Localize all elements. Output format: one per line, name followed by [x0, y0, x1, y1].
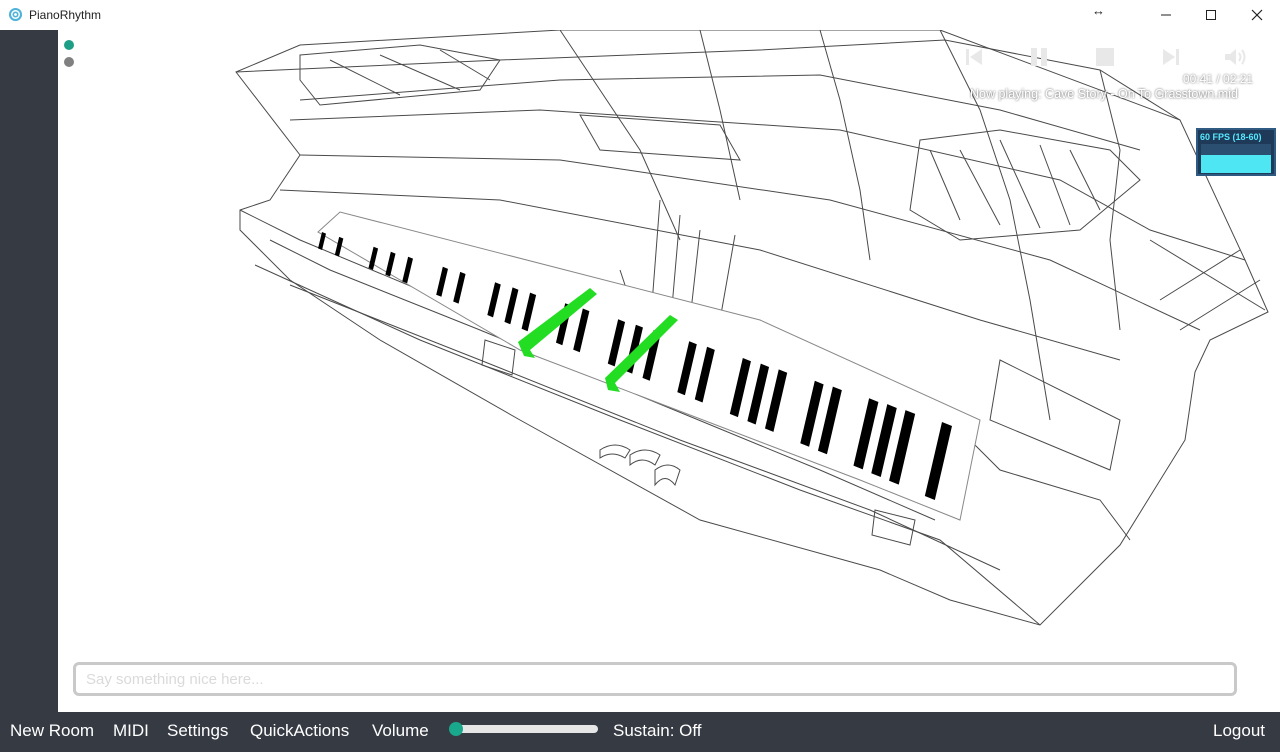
close-button[interactable] — [1234, 0, 1280, 30]
volume-label: Volume — [372, 721, 429, 740]
new-room-button[interactable]: New Room — [10, 721, 94, 741]
volume-slider-thumb[interactable] — [449, 722, 463, 736]
logout-button[interactable]: Logout — [1213, 721, 1265, 741]
minimize-button[interactable] — [1143, 0, 1189, 30]
now-playing-text: Now playing: Cave Story - On To Grasstow… — [970, 87, 1238, 101]
fps-label: 60 FPS (18-60) — [1200, 132, 1262, 142]
pause-button[interactable] — [1024, 42, 1054, 72]
fps-graph — [1201, 144, 1271, 173]
previous-button[interactable] — [959, 42, 989, 72]
volume-slider-track[interactable] — [453, 725, 598, 733]
bottom-toolbar: New Room MIDI Settings QuickActions Volu… — [0, 712, 1280, 752]
pianorhythm-logo-icon — [8, 7, 23, 22]
volume-slider[interactable] — [449, 722, 598, 736]
pause-icon — [1031, 48, 1047, 66]
status-dot-online — [64, 40, 74, 50]
volume-button[interactable] — [1222, 42, 1252, 72]
previous-icon — [966, 49, 982, 65]
piano-wireframe-render — [235, 30, 1269, 626]
title-bar: PianoRhythm ↔ — [0, 0, 1280, 30]
stop-icon — [1096, 48, 1114, 66]
volume-icon — [1225, 49, 1246, 65]
close-icon — [1251, 9, 1263, 21]
resize-icon[interactable]: ↔ — [1092, 3, 1105, 18]
sustain-toggle[interactable]: Sustain: Off — [613, 721, 702, 741]
piano-3d-viewport[interactable] — [58, 30, 1280, 655]
chat-input[interactable] — [73, 662, 1237, 696]
left-sidebar — [0, 30, 58, 712]
fps-graph-fill — [1201, 155, 1271, 173]
black-piano-key[interactable] — [318, 232, 326, 250]
playback-time: 00:41 / 02:21 — [1183, 72, 1254, 86]
settings-button[interactable]: Settings — [167, 721, 228, 741]
minimize-icon — [1161, 14, 1171, 16]
window-title: PianoRhythm — [29, 8, 102, 22]
stop-button[interactable] — [1090, 42, 1120, 72]
next-icon — [1163, 49, 1179, 65]
midi-button[interactable]: MIDI — [113, 721, 149, 741]
maximize-button[interactable] — [1188, 0, 1234, 30]
next-button[interactable] — [1156, 42, 1186, 72]
maximize-icon — [1206, 10, 1216, 20]
fps-meter: 60 FPS (18-60) — [1196, 128, 1276, 176]
status-dot-idle — [64, 57, 74, 67]
quick-actions-button[interactable]: QuickActions — [250, 721, 349, 741]
